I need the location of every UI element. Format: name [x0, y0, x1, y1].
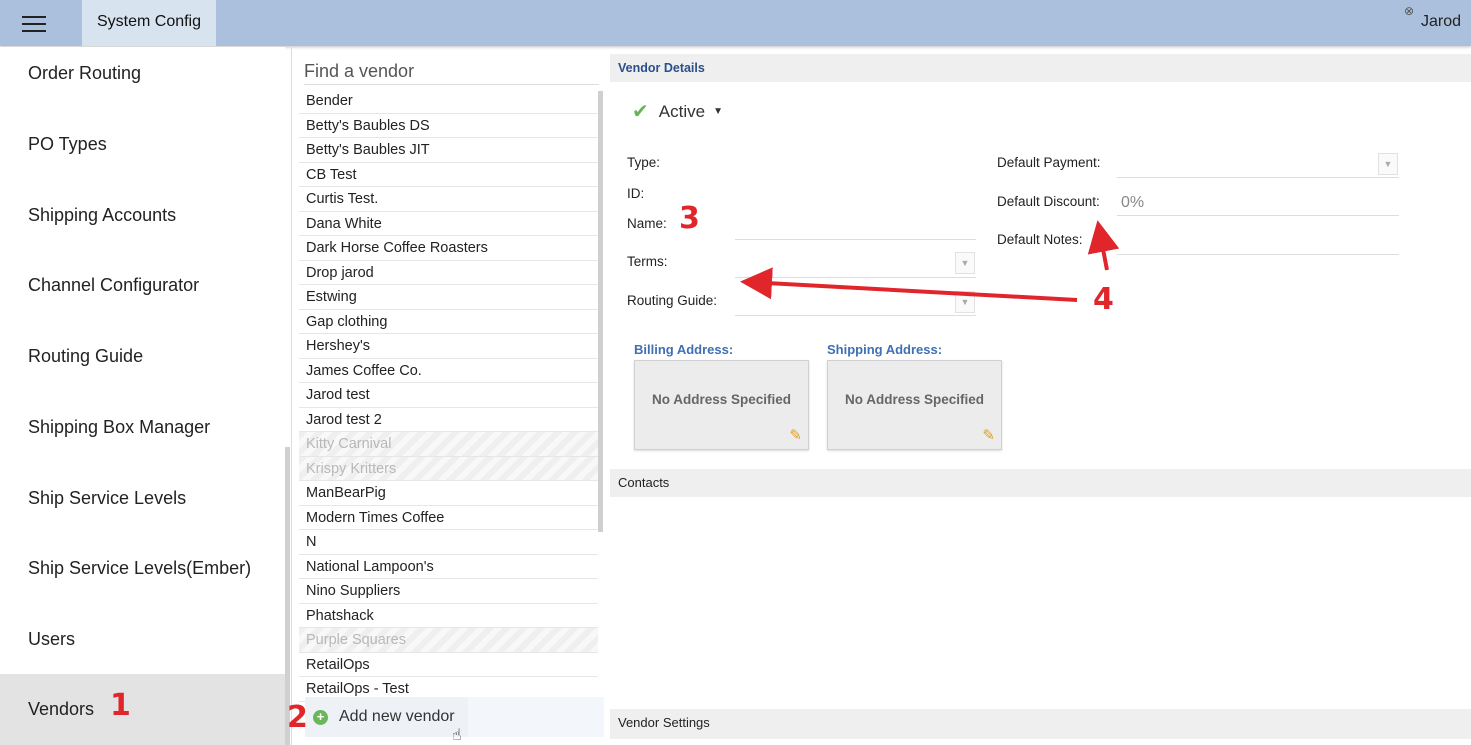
default-discount-label: Default Discount:	[997, 194, 1100, 209]
add-vendor-strip	[468, 697, 604, 737]
vendor-list-item[interactable]: N	[299, 530, 598, 555]
terms-select[interactable]	[735, 256, 976, 278]
vendor-list-item[interactable]: Betty's Baubles JIT	[299, 138, 598, 163]
terms-label: Terms:	[627, 254, 668, 269]
user-name[interactable]: Jarod	[1421, 13, 1461, 31]
vendor-search-input[interactable]	[304, 59, 599, 85]
vendor-list-item[interactable]: Dark Horse Coffee Roasters	[299, 236, 598, 261]
vendor-list-item-inactive[interactable]: Purple Squares	[299, 628, 598, 653]
chevron-down-icon[interactable]: ▼	[1378, 153, 1398, 175]
vendor-list-item[interactable]: Bender	[299, 89, 598, 114]
name-field[interactable]	[735, 218, 976, 240]
shipping-address-label: Shipping Address:	[827, 342, 943, 357]
app-title[interactable]: System Config	[82, 0, 216, 46]
routing-guide-select[interactable]	[735, 294, 976, 316]
sidebar-item-po-types[interactable]: PO Types	[0, 118, 285, 188]
status-label: Active	[658, 101, 706, 121]
contacts-header[interactable]: Contacts	[610, 469, 1471, 497]
vendor-list-item[interactable]: Modern Times Coffee	[299, 506, 598, 530]
add-vendor-label: Add new vendor	[339, 708, 455, 725]
status-dropdown[interactable]: ✔ Active ▼	[632, 99, 723, 124]
sidebar-item-vendors[interactable]: Vendors	[0, 674, 285, 745]
vendor-list-item[interactable]: Dana White	[299, 212, 598, 236]
vendor-list-item[interactable]: Drop jarod	[299, 261, 598, 285]
sidebar-item-shipping-accounts[interactable]: Shipping Accounts	[0, 189, 285, 259]
vendor-list-item[interactable]: CB Test	[299, 163, 598, 187]
annotation-3: 3	[679, 201, 700, 236]
vendor-details-header: Vendor Details	[610, 54, 1471, 82]
vendor-list-item[interactable]: Hershey's	[299, 334, 598, 359]
type-label: Type:	[627, 155, 661, 170]
vendor-list-item[interactable]: RetailOps	[299, 653, 598, 677]
add-vendor-button[interactable]: + Add new vendor	[305, 697, 468, 737]
chevron-down-icon[interactable]: ▼	[955, 291, 975, 313]
vendor-list-item[interactable]: National Lampoon's	[299, 555, 598, 579]
hamburger-icon[interactable]	[22, 16, 46, 32]
vendor-list: Bender Betty's Baubles DS Betty's Bauble…	[299, 89, 598, 702]
close-circle-icon[interactable]: ⊗	[1404, 4, 1414, 18]
annotation-4: 4	[1093, 282, 1114, 317]
sidebar-item-shipping-box-manager[interactable]: Shipping Box Manager	[0, 401, 285, 471]
shipping-address-empty: No Address Specified	[844, 392, 985, 407]
vendor-list-item[interactable]: Estwing	[299, 285, 598, 310]
vendor-list-item-inactive[interactable]: Kitty Carnival	[299, 432, 598, 457]
vendor-list-item[interactable]: Phatshack	[299, 604, 598, 628]
plus-circle-icon: +	[313, 709, 328, 725]
id-label: ID:	[627, 186, 645, 201]
billing-address-card[interactable]: No Address Specified ✎	[634, 360, 809, 450]
vendor-list-item[interactable]: Gap clothing	[299, 310, 598, 334]
vendor-list-item[interactable]: ManBearPig	[299, 481, 598, 506]
annotation-1: 1	[110, 688, 131, 723]
pencil-icon[interactable]: ✎	[982, 426, 995, 444]
vendor-list-item[interactable]: Nino Suppliers	[299, 579, 598, 604]
sidebar-item-users[interactable]: Users	[0, 613, 285, 683]
arrow-to-discount	[1087, 220, 1120, 271]
sidebar-item-order-routing[interactable]: Order Routing	[0, 47, 285, 117]
default-discount-value: 0%	[1121, 194, 1145, 211]
billing-address-empty: No Address Specified	[651, 392, 792, 407]
vendor-list-item-inactive[interactable]: Krispy Kritters	[299, 456, 598, 481]
vendor-list-scrollbar[interactable]	[598, 91, 603, 532]
default-notes-input[interactable]	[1117, 233, 1399, 255]
name-label: Name:	[627, 216, 667, 231]
caret-down-icon: ▼	[713, 106, 723, 117]
shipping-address-card[interactable]: No Address Specified ✎	[827, 360, 1002, 450]
annotation-2: 2	[287, 700, 308, 735]
sidebar-item-ship-service-levels[interactable]: Ship Service Levels	[0, 472, 285, 542]
vendor-list-item[interactable]: James Coffee Co.	[299, 359, 598, 383]
sidebar-item-ship-service-levels-ember[interactable]: Ship Service Levels(Ember)	[0, 542, 285, 612]
vendor-list-item[interactable]: Betty's Baubles DS	[299, 114, 598, 138]
default-notes-label: Default Notes:	[997, 232, 1083, 247]
chevron-down-icon[interactable]: ▼	[955, 252, 975, 274]
sidebar: Order Routing PO Types Shipping Accounts…	[0, 47, 285, 745]
checkmark-icon: ✔	[632, 101, 649, 123]
sidebar-item-channel-configurator[interactable]: Channel Configurator	[0, 259, 285, 329]
sidebar-item-routing-guide[interactable]: Routing Guide	[0, 330, 285, 400]
billing-address-label: Billing Address:	[634, 342, 734, 357]
vendor-list-panel: Bender Betty's Baubles DS Betty's Bauble…	[291, 47, 609, 745]
routing-guide-label: Routing Guide:	[627, 293, 718, 308]
top-bar: System Config ⊗ Jarod	[0, 0, 1471, 46]
hand-cursor-icon: ☝	[452, 727, 462, 744]
default-payment-label: Default Payment:	[997, 155, 1101, 170]
default-discount-input[interactable]	[1117, 194, 1399, 216]
vendor-list-item[interactable]: Curtis Test.	[299, 187, 598, 212]
vendor-list-item[interactable]: Jarod test	[299, 383, 598, 408]
vendor-list-item[interactable]: Jarod test 2	[299, 408, 598, 432]
default-payment-select[interactable]	[1117, 156, 1399, 178]
vendor-settings-header[interactable]: Vendor Settings	[610, 709, 1471, 739]
pencil-icon[interactable]: ✎	[789, 426, 802, 444]
